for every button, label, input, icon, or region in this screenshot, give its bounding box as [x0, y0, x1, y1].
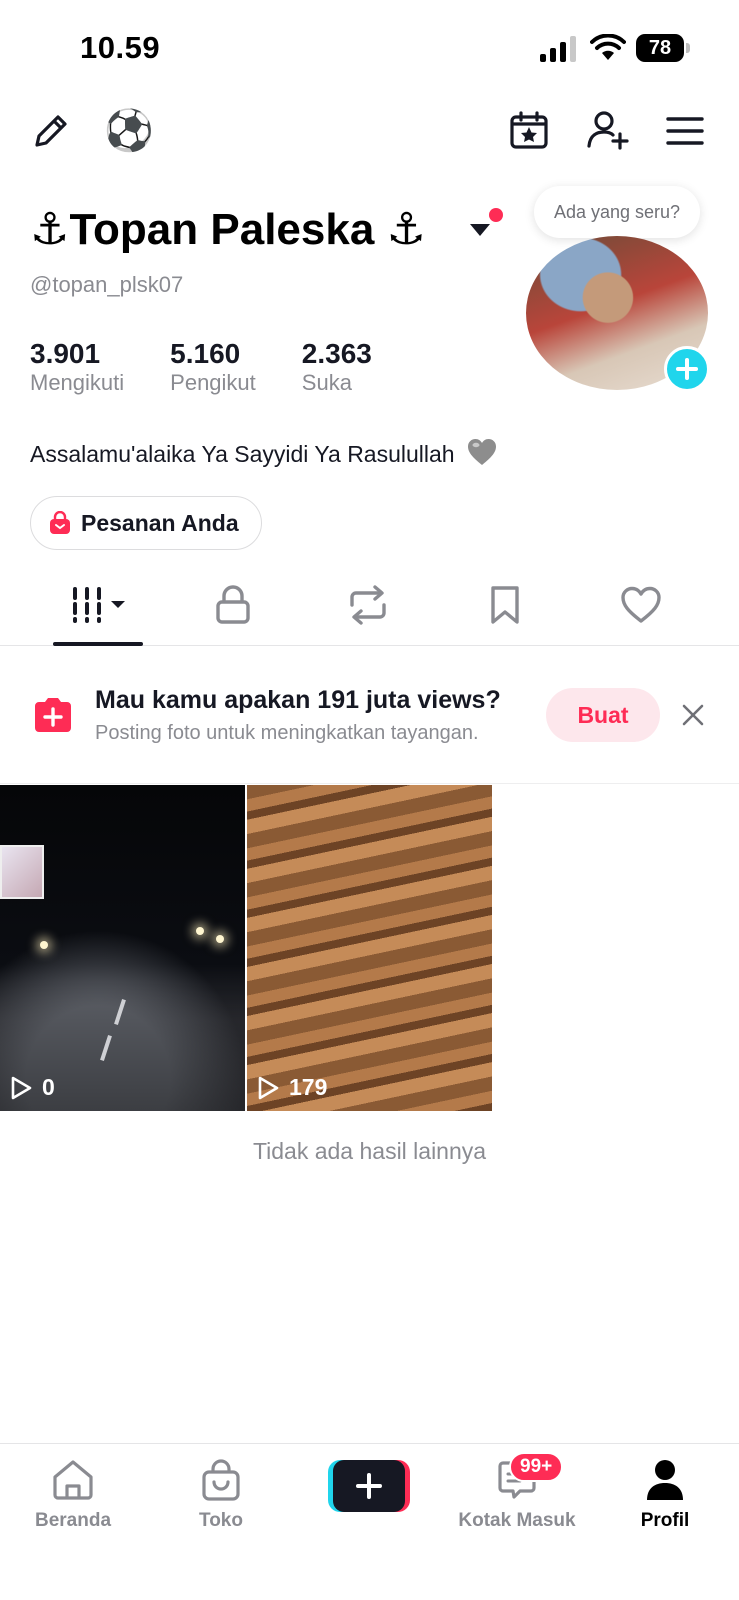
nav-label: Kotak Masuk [458, 1510, 576, 1531]
stat-value: 2.363 [301, 338, 372, 369]
profile-tabs [0, 570, 739, 646]
view-count: 179 [257, 1074, 327, 1101]
view-count-value: 179 [289, 1074, 328, 1100]
nav-profile[interactable]: Profil [605, 1456, 725, 1532]
tab-videos[interactable] [70, 580, 130, 630]
stat-label: Pengikut [170, 370, 256, 395]
home-icon [53, 1460, 93, 1500]
nav-label: Beranda [34, 1510, 112, 1531]
account-switch-caret-icon[interactable] [470, 224, 490, 236]
story-prompt-bubble[interactable]: Ada yang seru? [534, 186, 700, 238]
lock-icon [216, 585, 250, 624]
wifi-icon [590, 34, 626, 60]
status-time: 10.59 [80, 30, 161, 65]
play-icon [258, 1076, 279, 1099]
stat-value: 5.160 [170, 338, 241, 369]
play-icon [11, 1076, 32, 1099]
repost-icon [350, 585, 386, 625]
nav-inbox[interactable]: 99+ Kotak Masuk [457, 1452, 577, 1532]
heart-icon [621, 586, 661, 623]
shopping-bag-icon [202, 1459, 240, 1501]
bottom-nav: Beranda Toko 99+ Kotak Masuk Profil [0, 1443, 739, 1600]
battery-icon: 78 [636, 34, 690, 62]
view-count-value: 0 [42, 1074, 55, 1100]
notification-dot [489, 208, 503, 222]
tab-saved[interactable] [477, 580, 533, 630]
avatar-container[interactable] [526, 236, 710, 392]
battery-level: 78 [636, 34, 684, 62]
grey-heart-icon [467, 439, 496, 465]
stat-value: 3.901 [30, 338, 101, 369]
orders-label: Pesanan Anda [81, 509, 239, 536]
profile-top-bar: ⚽ [0, 100, 739, 170]
banner-title: Mau kamu apakan 191 juta views? [95, 686, 501, 714]
bio-text: Assalamu'alaika Ya Sayyidi Ya Rasulullah [30, 441, 455, 467]
nav-home[interactable]: Beranda [13, 1456, 133, 1532]
your-orders-button[interactable]: Pesanan Anda [30, 496, 262, 550]
close-icon[interactable] [680, 702, 706, 728]
profile-name: ⚓Topan Paleska ⚓ [30, 205, 426, 254]
create-video-button[interactable] [328, 1460, 410, 1512]
plus-icon [356, 1473, 382, 1499]
video-thumbnail[interactable]: 0 [0, 785, 245, 1111]
no-more-results: Tidak ada hasil lainnya [252, 1138, 487, 1164]
shopping-bag-icon [50, 511, 70, 534]
tab-reposts[interactable] [340, 580, 396, 630]
calendar-star-icon[interactable] [506, 108, 552, 154]
videos-grid-icon [73, 587, 125, 623]
bookmark-icon [491, 586, 519, 624]
tab-liked[interactable] [613, 580, 669, 630]
profile-bio: Assalamu'alaika Ya Sayyidi Ya Rasulullah [30, 438, 497, 468]
stat-label: Suka [301, 370, 352, 395]
add-friend-icon[interactable] [584, 106, 632, 154]
view-count: 0 [10, 1074, 55, 1101]
cellular-signal-icon [540, 36, 576, 62]
stat-following[interactable]: 3.901 Mengikuti [30, 338, 124, 396]
edit-pencil-icon[interactable] [28, 108, 74, 154]
profile-stats: 3.901 Mengikuti 5.160 Pengikut 2.363 Suk… [30, 338, 418, 396]
status-bar: 10.59 78 [0, 0, 739, 100]
stat-label: Mengikuti [30, 370, 125, 395]
nav-label: Toko [199, 1510, 243, 1531]
billboard-graphic [0, 845, 44, 899]
soccer-ball-icon[interactable]: ⚽ [104, 106, 154, 156]
nav-label: Profil [640, 1510, 690, 1531]
create-button[interactable]: Buat [546, 688, 660, 742]
banner-subtitle: Posting foto untuk meningkatkan tayangan… [95, 722, 479, 744]
profile-person-icon [647, 1460, 683, 1500]
stat-likes[interactable]: 2.363 Suka [302, 338, 372, 396]
video-thumbnail[interactable]: 179 [247, 785, 492, 1111]
tab-private[interactable] [205, 580, 261, 630]
create-post-icon [35, 698, 71, 732]
add-story-plus-icon[interactable] [664, 346, 710, 392]
profile-handle: @topan_plsk07 [30, 272, 184, 297]
inbox-badge: 99+ [509, 1452, 564, 1482]
photo-post-banner: Mau kamu apakan 191 juta views? Posting … [0, 646, 739, 784]
hamburger-menu-icon[interactable] [664, 110, 706, 152]
stat-followers[interactable]: 5.160 Pengikut [170, 338, 256, 396]
nav-shop[interactable]: Toko [161, 1456, 281, 1532]
